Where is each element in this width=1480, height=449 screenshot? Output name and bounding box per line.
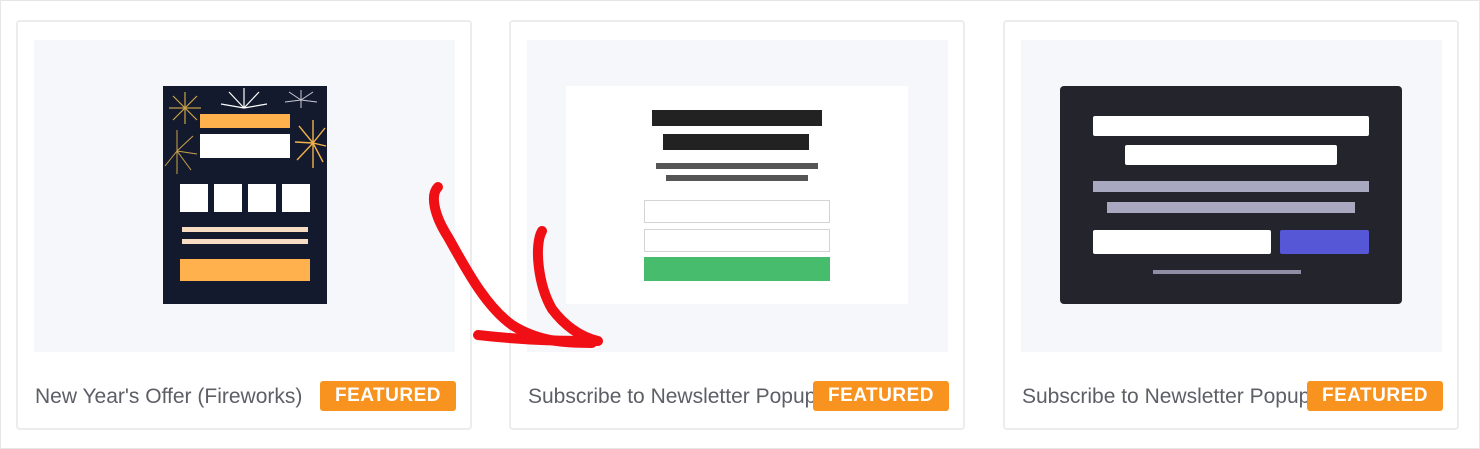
countdown-box (214, 184, 242, 212)
newsletter-popup-preview-light (566, 86, 908, 304)
template-grid: New Year's Offer (Fireworks) FEATURED Su… (0, 0, 1480, 449)
template-title[interactable]: New Year's Offer (Fireworks) (35, 383, 325, 411)
fireworks-popup-preview (163, 86, 327, 304)
cta-button-preview (1280, 230, 1369, 254)
headline-bar (1125, 145, 1337, 165)
fireworks-icon (163, 126, 199, 176)
footer-line (1153, 270, 1301, 274)
newsletter-popup-preview-dark (1060, 86, 1402, 304)
headline-bar (200, 114, 290, 128)
fireworks-icon (283, 88, 319, 110)
cta-button-preview (180, 259, 310, 281)
countdown-box (248, 184, 276, 212)
text-line (1093, 181, 1369, 192)
countdown-box (282, 184, 310, 212)
input-preview (644, 229, 830, 252)
fireworks-icon (293, 116, 327, 170)
input-preview (644, 200, 830, 223)
fireworks-icon (219, 86, 269, 112)
headline-bar (663, 134, 809, 150)
text-line (182, 239, 308, 244)
subheadline-box (200, 134, 290, 158)
template-card-subscribe-newsletter-dark[interactable]: Subscribe to Newsletter Popup FEATURED (1003, 20, 1459, 430)
template-card-new-years-offer[interactable]: New Year's Offer (Fireworks) FEATURED (16, 20, 472, 430)
headline-bar (652, 110, 822, 126)
text-line (182, 227, 308, 232)
template-preview[interactable] (527, 40, 948, 352)
featured-badge: FEATURED (813, 381, 949, 411)
template-title[interactable]: Subscribe to Newsletter Popup (1022, 383, 1312, 411)
featured-badge: FEATURED (320, 381, 456, 411)
text-line (1107, 202, 1355, 213)
template-title[interactable]: Subscribe to Newsletter Popup (528, 383, 818, 411)
countdown-box (180, 184, 208, 212)
text-line (656, 163, 818, 169)
cta-button-preview (644, 257, 830, 281)
headline-bar (1093, 116, 1369, 136)
input-preview (1093, 230, 1271, 254)
template-preview[interactable] (34, 40, 455, 352)
template-preview[interactable] (1021, 40, 1442, 352)
featured-badge: FEATURED (1307, 381, 1443, 411)
template-card-subscribe-newsletter-light[interactable]: Subscribe to Newsletter Popup FEATURED (509, 20, 965, 430)
fireworks-icon (167, 90, 203, 126)
text-line (666, 175, 808, 181)
